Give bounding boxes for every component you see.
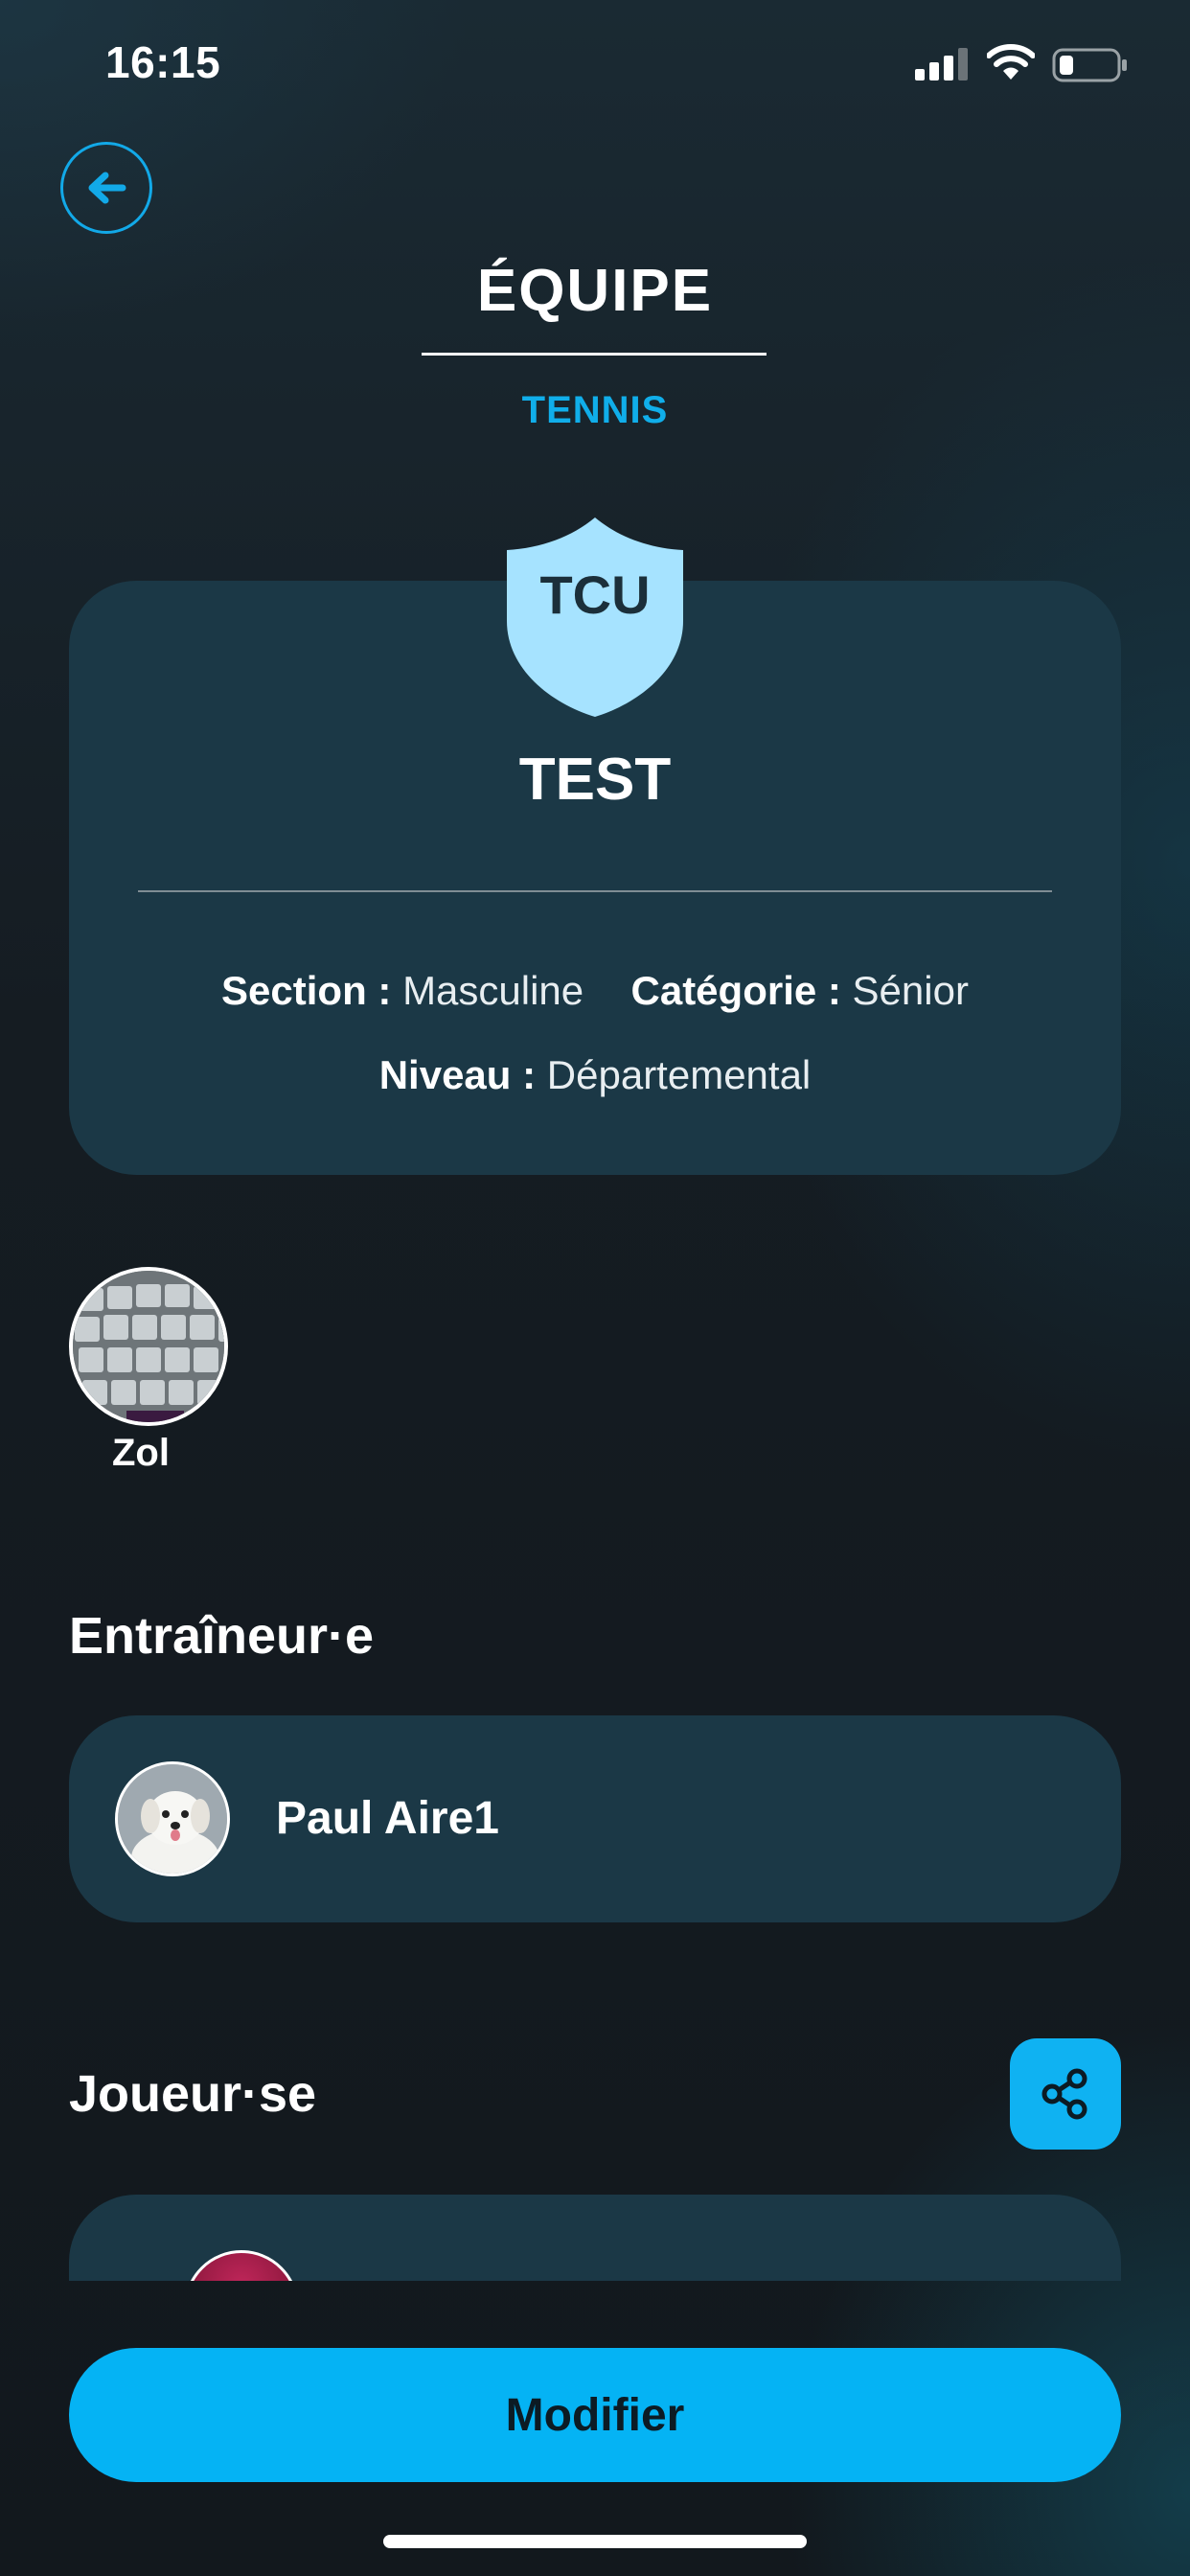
avatar[interactable]	[69, 1267, 228, 1426]
team-info-row-2: Niveau : Départemental	[0, 1052, 1190, 1098]
team-info-row-1: Section : Masculine Catégorie : Sénior	[0, 968, 1190, 1014]
team-name: TEST	[518, 747, 672, 813]
coach-name: Paul Aire1	[276, 1793, 499, 1844]
avatar	[115, 1761, 230, 1876]
home-indicator	[383, 2535, 807, 2548]
avatar	[184, 2250, 299, 2281]
share-button[interactable]	[1010, 2038, 1121, 2150]
team-shield-logo: TCU	[507, 518, 683, 717]
section-label: Section :	[221, 968, 392, 1013]
arrow-left-icon	[88, 172, 126, 204]
card-divider	[138, 890, 1052, 892]
keyboard-photo	[73, 1271, 224, 1422]
category-value: Sénior	[852, 968, 969, 1013]
players-list	[0, 2185, 1190, 2281]
wifi-icon	[987, 44, 1035, 80]
level-label: Niveau :	[378, 1052, 537, 1097]
player-card[interactable]	[69, 2195, 1121, 2281]
coaches-section-title: Entraîneur·e	[69, 1607, 375, 1665]
status-time: 16:15	[105, 37, 221, 87]
page-title: ÉQUIPE	[476, 258, 714, 324]
category-label: Catégorie :	[630, 968, 841, 1013]
back-button[interactable]	[60, 142, 152, 234]
modify-button[interactable]: Modifier	[69, 2348, 1121, 2482]
players-section-title: Joueur·se	[69, 2065, 317, 2123]
cellular-signal-icon	[915, 48, 968, 80]
level-value: Départemental	[546, 1052, 812, 1097]
title-underline	[422, 353, 767, 356]
team-badge-text: TCU	[539, 564, 650, 625]
member-name: Zol	[112, 1432, 170, 1474]
sport-subtitle: TENNIS	[521, 389, 669, 431]
share-icon	[1041, 2068, 1087, 2120]
battery-icon	[1052, 48, 1127, 82]
section-value: Masculine	[402, 968, 584, 1013]
